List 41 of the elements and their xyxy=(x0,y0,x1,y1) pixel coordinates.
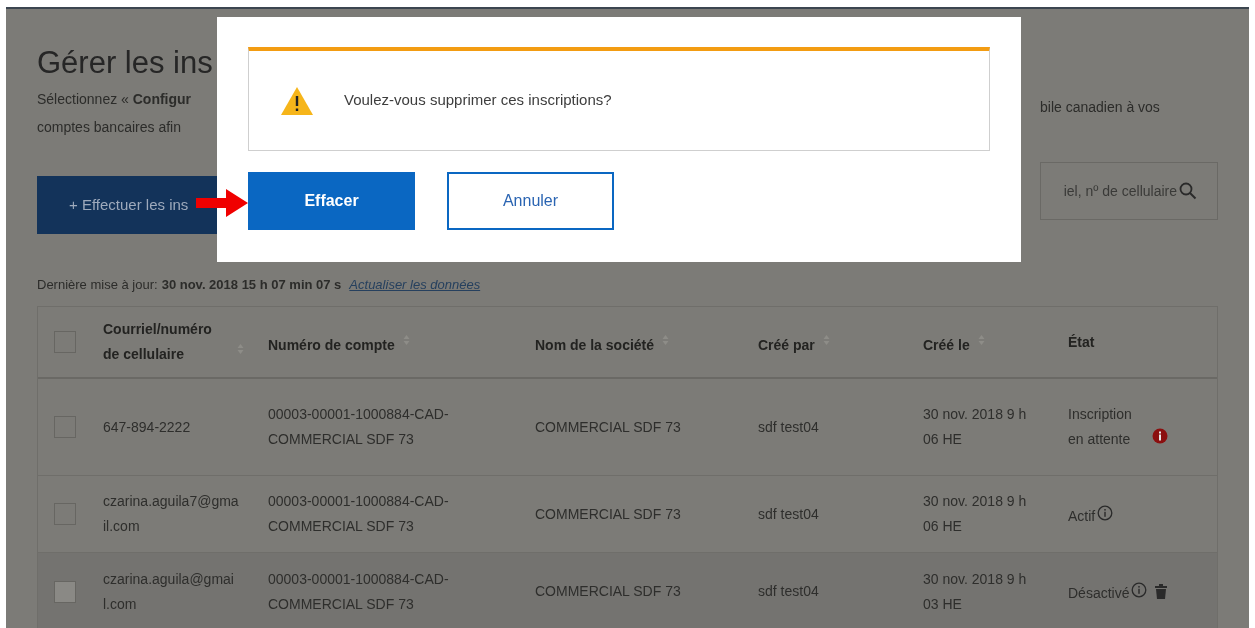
table-cell-text: 30 nov. 2018 9 h 03 HE xyxy=(922,569,1028,614)
table-cell-text: COMMERCIAL SDF 73 xyxy=(534,417,682,437)
refresh-link[interactable]: Actualiser les données xyxy=(349,275,481,295)
column-header[interactable]: Nom de la société xyxy=(535,332,655,358)
info-icon[interactable] xyxy=(1097,504,1114,521)
table-cell-text: 30 nov. 2018 9 h 06 HE xyxy=(922,492,1028,536)
table-cell-text: 00003-00001-1000884-CAD-COMMERCIAL SDF 73 xyxy=(267,405,450,449)
column-header[interactable]: Numéro de compte xyxy=(268,332,395,358)
table-cell-text: czarina.aguila7@gmail.com xyxy=(102,492,240,536)
table-cell-text: sdf test04 xyxy=(757,504,820,524)
last-update-value: 30 nov. 2018 15 h 07 min 07 s xyxy=(161,276,342,295)
search-icon[interactable] xyxy=(1179,182,1197,200)
status-text: Désactivé xyxy=(1068,584,1130,603)
table-cell-text: COMMERCIAL SDF 73 xyxy=(534,582,682,601)
warning-icon xyxy=(280,85,314,116)
column-header[interactable]: État xyxy=(1068,329,1095,355)
table-cell-text: 00003-00001-1000884-CAD-COMMERCIAL SDF 73 xyxy=(267,569,450,614)
description-text: bile canadien à vos xyxy=(1040,98,1161,117)
column-header[interactable]: Créé le xyxy=(923,332,970,358)
table-cell-text: 30 nov. 2018 9 h 06 HE xyxy=(922,405,1028,449)
column-header[interactable]: Créé par xyxy=(758,332,815,358)
last-update-label: Dernière mise à jour: xyxy=(37,276,158,295)
add-enrollment-button[interactable]: + Effectuer les ins xyxy=(37,176,217,234)
table-cell-text: COMMERCIAL SDF 73 xyxy=(534,504,682,524)
table-cell-text: czarina.aguila@gmail.com xyxy=(102,569,235,614)
column-header[interactable]: Courriel/numéro de cellulaire xyxy=(103,317,229,367)
table-cell-text: sdf test04 xyxy=(757,417,820,437)
status-text: Inscription en attente xyxy=(1068,405,1133,449)
search-field[interactable]: iel, nº de cellulaire xyxy=(1040,162,1218,220)
table-cell-text: 00003-00001-1000884-CAD-COMMERCIAL SDF 73 xyxy=(267,492,450,536)
status-text: Actif xyxy=(1068,506,1096,526)
page-title: Gérer les ins xyxy=(37,44,214,82)
dialog-message: Voulez-vous supprimer ces inscriptions? xyxy=(344,90,612,111)
table-cell-text: sdf test04 xyxy=(757,582,820,601)
description-text: comptes bancaires afin xyxy=(37,118,182,137)
description-text: Sélectionnez « Configur xyxy=(37,90,193,109)
search-placeholder: iel, nº de cellulaire xyxy=(1063,181,1177,201)
error-info-icon[interactable] xyxy=(1152,428,1168,445)
cancel-button[interactable]: Annuler xyxy=(447,172,614,230)
delete-button[interactable]: Effacer xyxy=(248,172,415,230)
table-cell-text: 647-894-2222 xyxy=(102,417,192,437)
